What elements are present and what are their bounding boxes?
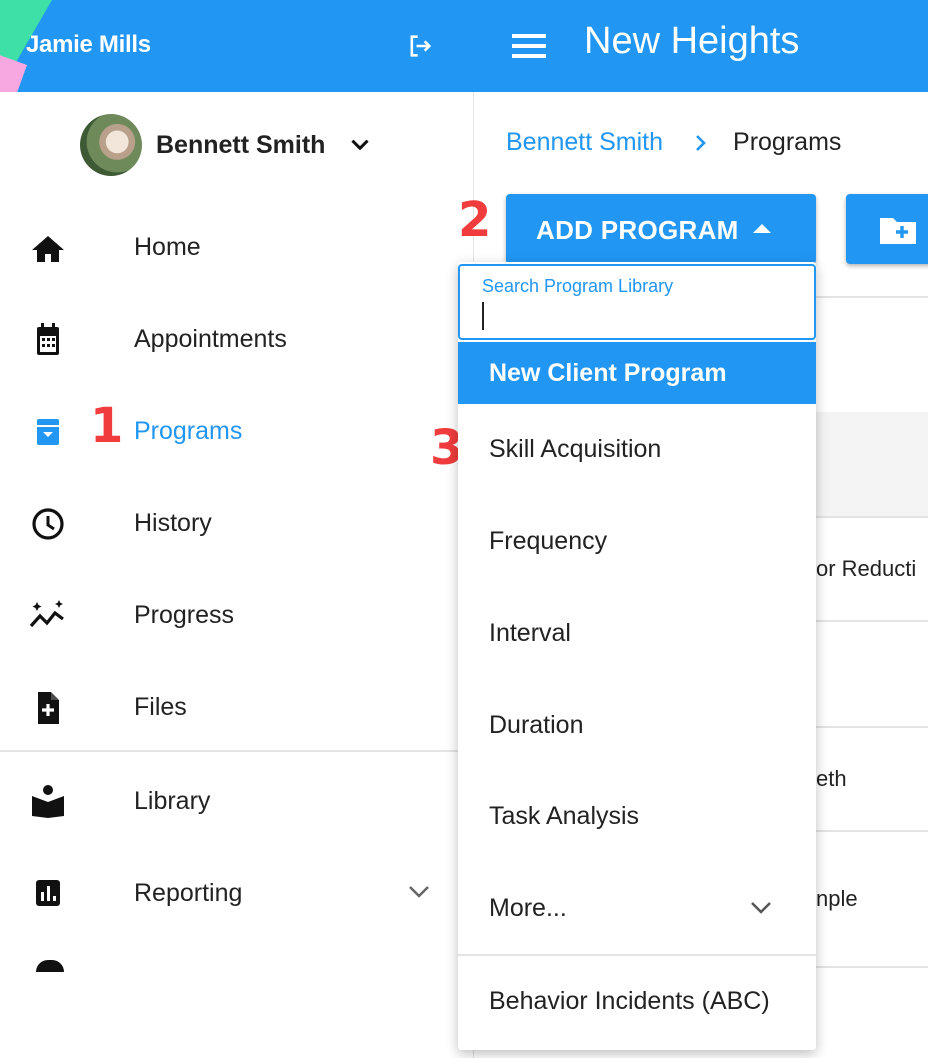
add-program-menu: Search Program Library New Client Progra… [458, 262, 816, 1050]
new-folder-button[interactable] [846, 194, 928, 264]
menu-item-label: Frequency [489, 527, 608, 555]
menu-item-skill-acquisition[interactable]: Skill Acquisition [458, 418, 816, 480]
table-border [816, 620, 928, 622]
menu-item-label: Behavior Incidents (ABC) [489, 987, 770, 1015]
table-cell: or Reducti [816, 556, 917, 581]
sidebar-item-label: Programs [134, 417, 243, 445]
sidebar-item-progress[interactable]: Progress [0, 584, 474, 644]
chevron-down-icon[interactable] [404, 880, 434, 904]
menu-item-label: Task Analysis [489, 802, 640, 830]
menu-item-label: Duration [489, 711, 584, 739]
app-bar: New Heights [474, 0, 928, 92]
table-border [816, 296, 928, 298]
sidebar-item-label: Library [134, 787, 211, 815]
menu-item-label: Interval [489, 619, 571, 647]
breadcrumb-link-client[interactable]: Bennett Smith [506, 128, 663, 157]
sidebar-item-label: Home [134, 233, 201, 261]
sidebar-divider [0, 750, 474, 752]
menu-item-new-client-program[interactable]: New Client Program [458, 342, 816, 404]
add-program-button[interactable]: ADD PROGRAM [506, 194, 816, 264]
sidebar-item-reporting[interactable]: Reporting [0, 862, 474, 922]
breadcrumb-current: Programs [733, 128, 842, 156]
menu-item-label: More... [489, 894, 567, 922]
table-border [816, 830, 928, 832]
search-label: Search Program Library [482, 276, 674, 296]
menu-item-interval[interactable]: Interval [458, 602, 816, 664]
table-border [816, 516, 928, 518]
clock-icon [32, 508, 64, 540]
menu-item-more[interactable]: More... [458, 877, 816, 939]
chevron-down-icon [351, 139, 370, 151]
table-border [816, 726, 928, 728]
menu-divider [458, 954, 816, 956]
sidebar-item-library[interactable]: Library [0, 770, 474, 830]
add-program-label: ADD PROGRAM [536, 215, 739, 245]
caret-up-icon [753, 224, 771, 233]
sidebar-item-files[interactable]: Files [0, 676, 474, 736]
table-cell: eth [816, 766, 847, 791]
sidebar-item-programs[interactable]: Programs [0, 400, 474, 460]
user-name: Jamie Mills [26, 31, 151, 58]
menu-item-task-analysis[interactable]: Task Analysis [458, 785, 816, 847]
sparkle-trend-icon [29, 600, 64, 628]
menu-item-label: New Client Program [489, 359, 727, 387]
sidebar-item-label: Progress [134, 601, 235, 629]
annotation-step-2: 2 [458, 192, 492, 248]
search-program-library[interactable]: Search Program Library [458, 264, 816, 340]
sidebar-item-label: Reporting [134, 879, 243, 907]
menu-item-frequency[interactable]: Frequency [458, 510, 816, 572]
client-name: Bennett Smith [156, 130, 326, 159]
file-add-icon [38, 692, 59, 724]
sidebar-item-history[interactable]: History [0, 492, 474, 552]
client-selector[interactable]: Bennett Smith [80, 114, 373, 176]
sidebar-item-home[interactable]: Home [0, 216, 474, 276]
sidebar-item-label: Files [134, 693, 187, 721]
menu-item-behavior-incidents[interactable]: Behavior Incidents (ABC) [458, 970, 816, 1032]
table-header [816, 412, 928, 516]
chevron-right-icon [696, 134, 706, 151]
annotation-step-1: 1 [90, 398, 124, 454]
folder-add-icon [880, 218, 916, 244]
table-border [816, 966, 928, 968]
bar-chart-icon [36, 880, 60, 906]
home-icon [32, 236, 64, 262]
sidebar-item-appointments[interactable]: Appointments [0, 308, 474, 368]
chevron-down-icon [751, 902, 771, 914]
search-input[interactable] [480, 300, 800, 332]
app-title: New Heights [584, 20, 800, 62]
sidebar-header: Jamie Mills [0, 0, 474, 92]
logout-icon[interactable] [406, 32, 434, 60]
text-cursor [482, 302, 484, 330]
sidebar-item-label: Appointments [134, 325, 287, 353]
reading-icon [32, 785, 64, 818]
calendar-icon [37, 323, 59, 355]
menu-item-duration[interactable]: Duration [458, 694, 816, 756]
avatar [80, 114, 142, 176]
menu-item-label: Skill Acquisition [489, 435, 662, 463]
sidebar-item-label: History [134, 509, 212, 537]
breadcrumb: Bennett Smith Programs [506, 128, 841, 157]
archive-icon [37, 419, 59, 445]
table-cell: nple [816, 886, 858, 911]
menu-icon[interactable] [510, 30, 550, 62]
